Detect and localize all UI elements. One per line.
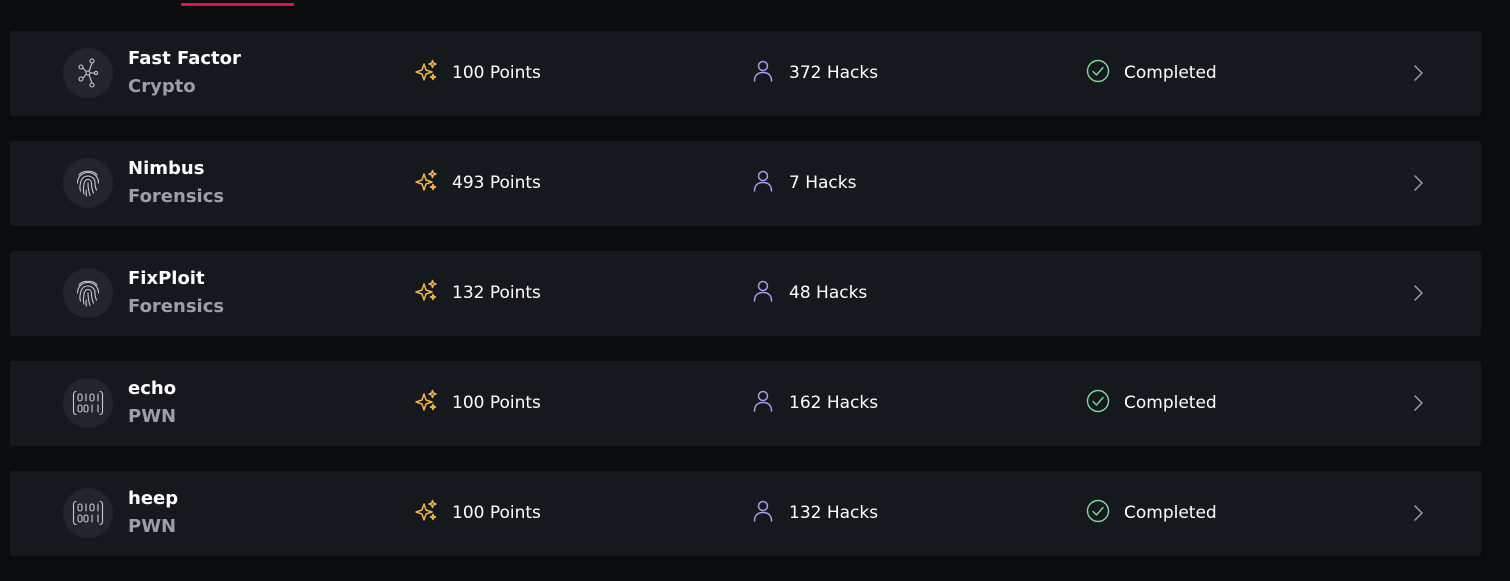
hacks-text: 162 Hacks [789,393,879,413]
category-badge [63,488,113,538]
challenge-name: echo [128,378,177,399]
points-stat: 100 Points [414,499,541,527]
user-icon [751,279,775,307]
challenge-name: Fast Factor [128,48,241,69]
category-badge [63,158,113,208]
points-stat: 100 Points [414,59,541,87]
hacks-stat: 132 Hacks [751,500,878,526]
user-icon [751,59,775,87]
user-icon [751,389,775,417]
check-circle-icon [1086,59,1110,87]
challenge-name: heep [128,488,179,509]
points-stat: 132 Points [414,279,541,307]
binary-icon [72,390,104,416]
category-badge [63,378,113,428]
hacks-text: 372 Hacks [789,63,879,83]
challenge-list: Fast Factor Crypto 100 Points 372 Hacks [10,31,1481,581]
challenge-category: Forensics [128,186,225,207]
active-tab-indicator [181,3,294,6]
points-text: 493 Points [452,173,541,193]
sparkles-icon [414,499,438,527]
challenge-category: PWN [128,406,177,427]
binary-icon [72,500,104,526]
check-circle-icon [1086,389,1110,417]
challenge-category: PWN [128,516,177,537]
points-text: 100 Points [452,393,541,413]
points-text: 132 Points [452,283,541,303]
challenge-row[interactable]: Nimbus Forensics 493 Points 7 Hacks [10,141,1481,226]
challenge-row[interactable]: heep PWN 100 Points 132 Hacks Completed [10,471,1481,556]
points-stat: 493 Points [414,169,541,197]
hacks-stat: 48 Hacks [751,280,867,306]
challenge-row[interactable]: echo PWN 100 Points 162 Hacks Completed [10,361,1481,446]
status-text: Completed [1124,393,1217,413]
sparkles-icon [414,169,438,197]
status-text: Completed [1124,503,1217,523]
challenge-row[interactable]: FixPloit Forensics 132 Points 48 Hacks [10,251,1481,336]
sparkles-icon [414,59,438,87]
points-text: 100 Points [452,63,541,83]
sparkles-icon [414,279,438,307]
fingerprint-icon [75,168,101,198]
user-icon [751,169,775,197]
challenge-name: Nimbus [128,158,205,179]
chevron-right-icon[interactable] [1408,503,1428,523]
chevron-right-icon[interactable] [1408,283,1428,303]
status-stat: Completed [1086,59,1217,87]
nodes-icon [77,58,99,88]
points-text: 100 Points [452,503,541,523]
hacks-stat: 372 Hacks [751,60,878,86]
points-stat: 100 Points [414,389,541,417]
sparkles-icon [414,389,438,417]
hacks-text: 48 Hacks [789,283,868,303]
challenge-category: Forensics [128,296,225,317]
status-stat: Completed [1086,389,1217,417]
user-icon [751,499,775,527]
hacks-text: 7 Hacks [789,173,857,193]
status-stat: Completed [1086,499,1217,527]
check-circle-icon [1086,499,1110,527]
chevron-right-icon[interactable] [1408,173,1428,193]
category-badge [63,48,113,98]
category-badge [63,268,113,318]
status-text: Completed [1124,63,1217,83]
chevron-right-icon[interactable] [1408,393,1428,413]
challenge-category: Crypto [128,76,196,97]
chevron-right-icon[interactable] [1408,63,1428,83]
hacks-text: 132 Hacks [789,503,879,523]
hacks-stat: 162 Hacks [751,390,878,416]
challenge-name: FixPloit [128,268,205,289]
fingerprint-icon [75,278,101,308]
hacks-stat: 7 Hacks [751,170,856,196]
challenge-row[interactable]: Fast Factor Crypto 100 Points 372 Hacks [10,31,1481,116]
